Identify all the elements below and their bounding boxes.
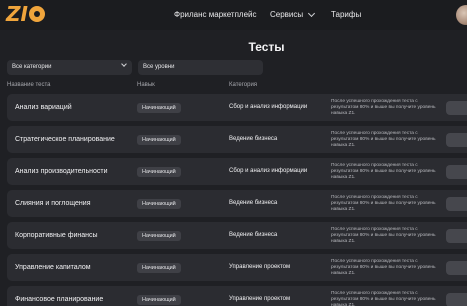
test-category: Сбор и анализ информации xyxy=(229,104,308,110)
top-header: ZI Фриланс маркетплейс Сервисы Тарифы xyxy=(0,0,467,30)
test-name: Стратегическое планирование xyxy=(15,136,115,143)
nav-services[interactable]: Сервисы xyxy=(270,9,316,20)
chevron-down-icon xyxy=(121,61,127,67)
nav-services-label: Сервисы xyxy=(270,10,304,19)
page-title: Тесты xyxy=(248,40,285,54)
test-name: Финансовое планирование xyxy=(15,296,104,303)
skill-badge: Начинающий xyxy=(137,263,181,273)
start-test-button[interactable] xyxy=(446,261,467,275)
test-name: Анализ вариаций xyxy=(15,104,72,111)
skill-badge: Начинающий xyxy=(137,103,181,113)
user-avatar[interactable] xyxy=(456,5,467,25)
test-category: Сбор и анализ информации xyxy=(229,168,308,174)
test-description: После успешного прохождения теста с резу… xyxy=(331,131,436,148)
column-header-category: Категория xyxy=(229,82,258,88)
start-test-button[interactable] xyxy=(446,197,467,211)
test-row[interactable]: Слияния и поглощения Начинающий Ведение … xyxy=(7,190,467,217)
test-row[interactable]: Корпоративные финансы Начинающий Ведение… xyxy=(7,222,467,249)
start-test-button[interactable] xyxy=(446,133,467,147)
skill-badge: Начинающий xyxy=(137,231,181,241)
test-row[interactable]: Стратегическое планирование Начинающий В… xyxy=(7,126,467,153)
test-description: После успешного прохождения теста с резу… xyxy=(331,227,436,244)
nav-freelance-marketplace[interactable]: Фриланс маркетплейс xyxy=(174,10,257,20)
skill-badge: Начинающий xyxy=(137,295,181,305)
start-test-button[interactable] xyxy=(446,293,467,306)
test-name: Корпоративные финансы xyxy=(15,232,98,239)
test-description: После успешного прохождения теста с резу… xyxy=(331,195,436,212)
column-header-name: Название теста xyxy=(7,82,51,88)
nav-pricing[interactable]: Тарифы xyxy=(331,10,361,20)
test-category: Управление проектом xyxy=(229,296,291,302)
skill-badge: Начинающий xyxy=(137,135,181,145)
test-name: Управление капиталом xyxy=(15,264,91,271)
test-description: После успешного прохождения теста с резу… xyxy=(331,99,436,116)
test-row[interactable]: Управление капиталом Начинающий Управлен… xyxy=(7,254,467,281)
level-filter-select[interactable]: Все уровни xyxy=(138,60,263,75)
test-name: Анализ производительности xyxy=(15,168,108,175)
test-row[interactable]: Анализ производительности Начинающий Сбо… xyxy=(7,158,467,185)
category-filter-value: Все категории xyxy=(12,64,52,70)
test-description: После успешного прохождения теста с резу… xyxy=(331,291,436,306)
test-category: Ведение бизнеса xyxy=(229,136,278,142)
start-test-button[interactable] xyxy=(446,229,467,243)
level-filter-value: Все уровни xyxy=(143,64,175,70)
start-test-button[interactable] xyxy=(446,101,467,115)
test-description: После успешного прохождения теста с резу… xyxy=(331,163,436,180)
test-category: Ведение бизнеса xyxy=(229,200,278,206)
column-header-skill: Навык xyxy=(137,82,155,88)
chevron-down-icon xyxy=(308,9,316,18)
skill-badge: Начинающий xyxy=(137,167,181,177)
test-category: Ведение бизнеса xyxy=(229,232,278,238)
test-row[interactable]: Финансовое планирование Начинающий Управ… xyxy=(7,286,467,306)
zio-logo[interactable]: ZI xyxy=(6,3,45,25)
skill-badge: Начинающий xyxy=(137,199,181,209)
test-name: Слияния и поглощения xyxy=(15,200,91,207)
test-description: После успешного прохождения теста с резу… xyxy=(331,259,436,276)
category-filter-select[interactable]: Все категории xyxy=(7,60,132,75)
start-test-button[interactable] xyxy=(446,165,467,179)
test-category: Управление проектом xyxy=(229,264,291,270)
test-row[interactable]: Анализ вариаций Начинающий Сбор и анализ… xyxy=(7,94,467,121)
